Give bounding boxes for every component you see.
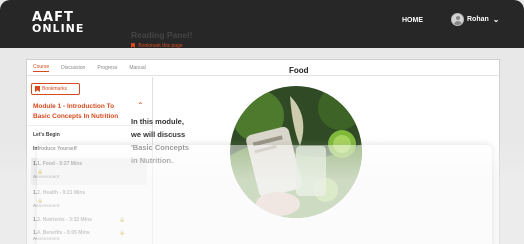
- outline-item-lets-begin[interactable]: Let's Begin: [33, 132, 60, 138]
- nav-home-link[interactable]: HOME: [402, 17, 423, 24]
- user-menu[interactable]: Rohan ⌄: [451, 12, 499, 26]
- lock-icon: 🔒: [37, 169, 44, 175]
- bookmark-icon: [35, 86, 40, 92]
- bookmarks-button[interactable]: Bookmarks: [31, 83, 80, 95]
- bookmark-icon: [131, 43, 135, 48]
- food-illustration-image: [230, 86, 362, 218]
- outline-item-introduce-yourself[interactable]: Introduce Yourself: [33, 146, 77, 152]
- intro-line: In this module,: [131, 117, 184, 126]
- assessment-label: Assessment: [33, 174, 60, 179]
- lesson-item-food[interactable]: 1.1. Food - 5:27 Mins 🔒 Assessment: [31, 158, 147, 185]
- course-tabs: Course Discussion Progress Manual: [27, 60, 501, 76]
- top-navbar: AAFT ONLINE HOME Rohan ⌄: [0, 0, 524, 48]
- reading-panel-title: Reading Panel!: [131, 30, 193, 40]
- intro-line: in Nutrition.: [131, 156, 174, 165]
- chevron-up-icon[interactable]: ⌃: [137, 101, 144, 110]
- bookmarks-label: Bookmarks: [42, 86, 68, 92]
- module-title[interactable]: Module 1 - Introduction To Basic Concept…: [33, 102, 133, 122]
- assessment-label: Assessment: [33, 236, 60, 241]
- bookmark-page-link[interactable]: Bookmark this page: [131, 43, 183, 49]
- assessment-label: Assessment: [33, 203, 60, 208]
- lock-icon: 🔒: [119, 230, 126, 236]
- tab-manual[interactable]: Manual: [129, 65, 145, 71]
- lesson-label: 1.2. Health - 9:21 Mins: [33, 190, 86, 196]
- module-intro-text: In this module, we will discuss 'Basic C…: [131, 115, 207, 167]
- lesson-label: 1.3. Nutrients - 3:32 Mins: [33, 217, 92, 223]
- aaft-online-logo[interactable]: AAFT ONLINE: [32, 11, 85, 35]
- lesson-item-health[interactable]: 1.2. Health - 9:21 Mins 🔒 Assessment: [31, 187, 147, 214]
- bookmark-page-label: Bookmark this page: [138, 43, 183, 49]
- tab-progress[interactable]: Progress: [97, 65, 117, 71]
- tab-course[interactable]: Course: [33, 64, 50, 72]
- lesson-item-nutrients[interactable]: 1.3. Nutrients - 3:32 Mins 🔒: [31, 215, 147, 227]
- lesson-item-benefits[interactable]: 1.4. Benefits - 5:05 Mins 🔒 Assessment: [31, 228, 147, 244]
- chevron-down-icon: ⌄: [492, 14, 500, 24]
- intro-line: we will discuss: [131, 130, 186, 139]
- lock-icon: 🔒: [37, 198, 44, 204]
- logo-line2: ONLINE: [32, 22, 85, 35]
- lock-icon: 🔒: [119, 217, 126, 223]
- tab-discussion[interactable]: Discussion: [61, 65, 85, 71]
- user-avatar-icon: [451, 12, 464, 26]
- intro-line: 'Basic Concepts: [131, 143, 190, 152]
- lesson-label: 1.1. Food - 5:27 Mins: [33, 161, 83, 167]
- section-title: Food: [289, 66, 309, 75]
- user-name: Rohan: [467, 15, 489, 23]
